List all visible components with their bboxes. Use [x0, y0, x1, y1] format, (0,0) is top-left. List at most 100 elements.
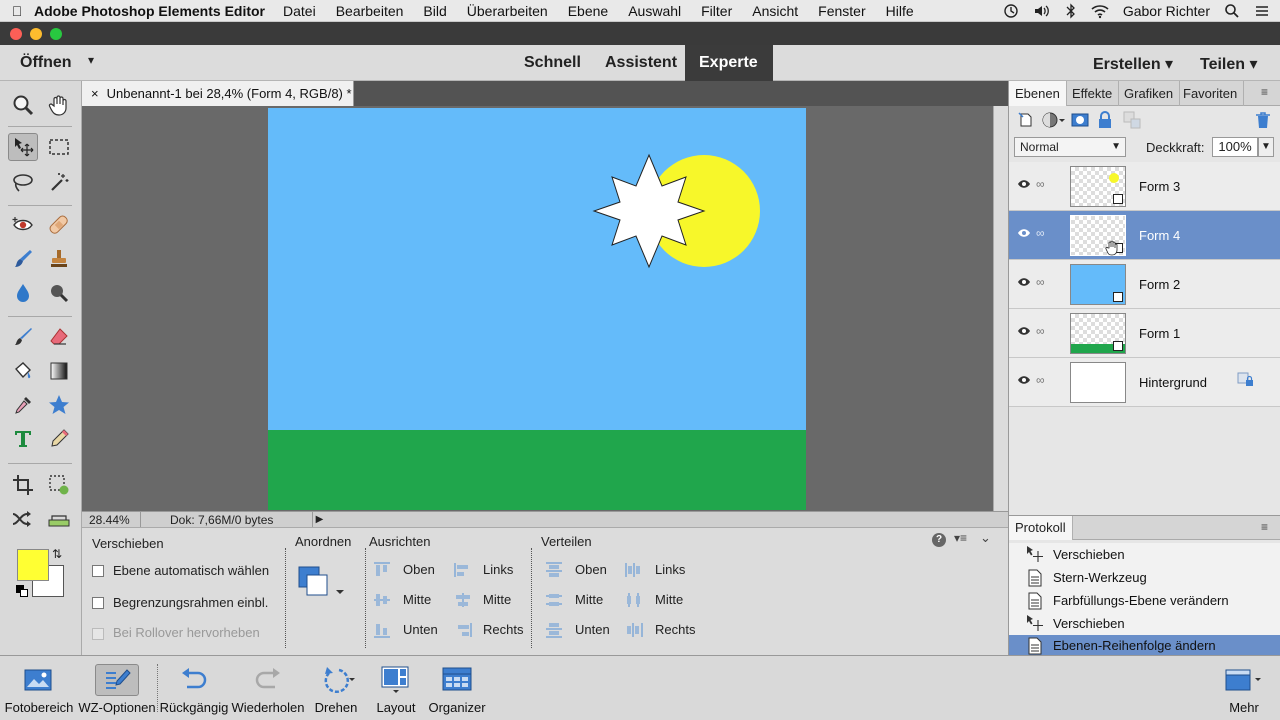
visibility-eye-icon[interactable] [1017, 179, 1031, 189]
photo-bin-button[interactable]: Fotobereich [4, 656, 74, 720]
visibility-eye-icon[interactable] [1017, 228, 1031, 238]
clone-stamp-tool[interactable] [44, 245, 74, 273]
rotate-button[interactable]: Drehen [308, 656, 364, 720]
more-button[interactable]: Mehr [1216, 656, 1272, 720]
blur-tool[interactable] [8, 279, 38, 307]
show-bounding-box-checkbox[interactable] [92, 597, 104, 609]
organizer-button[interactable]: Organizer [426, 656, 488, 720]
type-tool[interactable] [8, 425, 38, 453]
eraser-tool[interactable] [44, 323, 74, 351]
history-item[interactable]: Verschieben [1009, 543, 1280, 566]
crop-tool[interactable] [8, 471, 38, 499]
tool-options-button[interactable]: WZ-Optionen [78, 656, 156, 720]
distribute-right-button[interactable]: Rechts [625, 622, 695, 641]
align-top-button[interactable]: Oben [373, 562, 435, 581]
layer-row-form-3[interactable]: ∞ Form 3 [1009, 162, 1280, 211]
history-item[interactable]: Verschieben [1009, 612, 1280, 635]
menu-hilfe[interactable]: Hilfe [886, 3, 914, 19]
link-chain-icon[interactable]: ∞ [1036, 373, 1045, 387]
distribute-left-button[interactable]: Links [625, 562, 685, 581]
tab-history[interactable]: Protokoll [1009, 516, 1073, 540]
align-bottom-button[interactable]: Unten [373, 622, 438, 641]
status-menu-arrow-icon[interactable]: ▶ [312, 512, 326, 527]
user-name[interactable]: Gabor Richter [1123, 3, 1210, 19]
history-menu-icon[interactable]: ≡ [1261, 520, 1268, 534]
zoom-tool[interactable] [8, 91, 38, 119]
move-tool[interactable] [8, 133, 38, 161]
align-right-button[interactable]: Rechts [454, 622, 523, 641]
share-button[interactable]: Teilen ▾ [1200, 54, 1258, 74]
delete-layer-button[interactable] [1255, 111, 1271, 132]
visibility-eye-icon[interactable] [1017, 277, 1031, 287]
apple-icon[interactable]:  [0, 3, 34, 19]
red-eye-tool[interactable] [8, 211, 38, 239]
lock-all-pixels-button[interactable] [1097, 111, 1113, 132]
help-icon[interactable]: ? [932, 533, 946, 547]
link-chain-icon[interactable]: ∞ [1036, 275, 1045, 289]
align-center-h-button[interactable]: Mitte [454, 592, 511, 611]
link-chain-icon[interactable]: ∞ [1036, 177, 1045, 191]
menu-bild[interactable]: Bild [423, 3, 446, 19]
zoom-level[interactable]: 28.44% [89, 513, 130, 527]
menu-ansicht[interactable]: Ansicht [752, 3, 798, 19]
eyedropper-tool[interactable] [8, 391, 38, 419]
link-chain-icon[interactable]: ∞ [1036, 226, 1045, 240]
zoom-window-button[interactable] [50, 28, 62, 40]
link-chain-icon[interactable]: ∞ [1036, 324, 1045, 338]
menu-fenster[interactable]: Fenster [818, 3, 865, 19]
menu-ueberarbeiten[interactable]: Überarbeiten [467, 3, 548, 19]
arrange-dropdown[interactable] [298, 566, 348, 611]
align-middle-v-button[interactable]: Mitte [373, 592, 431, 611]
auto-select-layer-checkbox[interactable] [92, 565, 104, 577]
quick-selection-tool[interactable] [44, 169, 74, 197]
opacity-input[interactable]: 100% [1212, 137, 1258, 157]
smart-brush-tool[interactable] [8, 245, 38, 273]
app-name[interactable]: Adobe Photoshop Elements Editor [34, 3, 265, 19]
open-dropdown-icon[interactable]: ▾ [88, 53, 94, 67]
ground-shape[interactable] [268, 430, 806, 510]
close-window-button[interactable] [10, 28, 22, 40]
create-button[interactable]: Erstellen ▾ [1093, 54, 1173, 74]
mode-tab-quick[interactable]: Schnell [510, 45, 595, 81]
layer-row-form-1[interactable]: ∞ Form 1 [1009, 309, 1280, 358]
spotlight-search-icon[interactable] [1224, 3, 1240, 19]
mode-tab-expert[interactable]: Experte [685, 45, 773, 81]
options-menu-icon[interactable]: ▾≡ [954, 531, 967, 545]
distribute-top-button[interactable]: Oben [545, 562, 607, 581]
swap-colors-icon[interactable]: ⇅ [52, 547, 62, 561]
pencil-tool[interactable] [44, 425, 74, 453]
spot-healing-brush-tool[interactable] [44, 211, 74, 239]
default-colors-icon[interactable] [16, 585, 28, 597]
collapse-chevron-icon[interactable]: ⌄ [980, 530, 991, 546]
history-item[interactable]: Farbfüllungs-Ebene verändern [1009, 589, 1280, 612]
menu-datei[interactable]: Datei [283, 3, 316, 19]
tab-effects[interactable]: Effekte [1066, 81, 1120, 106]
vertical-scrollbar[interactable] [993, 106, 1008, 511]
custom-shape-tool[interactable] [44, 391, 74, 419]
straighten-tool[interactable] [44, 505, 74, 533]
blend-mode-select[interactable]: Normal ▼ [1014, 137, 1126, 157]
gradient-tool[interactable] [44, 357, 74, 385]
notification-center-icon[interactable] [1254, 3, 1270, 19]
close-document-icon[interactable]: × [91, 86, 99, 101]
rectangular-marquee-tool[interactable] [44, 133, 74, 161]
mode-tab-guided[interactable]: Assistent [591, 45, 691, 81]
menu-filter[interactable]: Filter [701, 3, 732, 19]
distribute-bottom-button[interactable]: Unten [545, 622, 610, 641]
visibility-eye-icon[interactable] [1017, 326, 1031, 336]
wifi-icon[interactable] [1091, 3, 1109, 19]
recompose-tool[interactable] [44, 471, 74, 499]
tab-graphics[interactable]: Grafiken [1118, 81, 1181, 106]
bluetooth-icon[interactable] [1065, 3, 1077, 19]
menu-ebene[interactable]: Ebene [568, 3, 608, 19]
undo-button[interactable]: Rückgängig [160, 656, 228, 720]
tab-layers[interactable]: Ebenen [1009, 81, 1067, 106]
layer-row-form-4[interactable]: ∞ Form 4 [1009, 211, 1280, 260]
align-left-button[interactable]: Links [454, 562, 513, 581]
minimize-window-button[interactable] [30, 28, 42, 40]
visibility-eye-icon[interactable] [1017, 375, 1031, 385]
brush-tool[interactable] [8, 323, 38, 351]
layer-row-form-2[interactable]: ∞ Form 2 [1009, 260, 1280, 309]
foreground-color-swatch[interactable] [17, 549, 49, 581]
document-tab[interactable]: × Unbenannt-1 bei 28,4% (Form 4, RGB/8) * [82, 81, 354, 106]
